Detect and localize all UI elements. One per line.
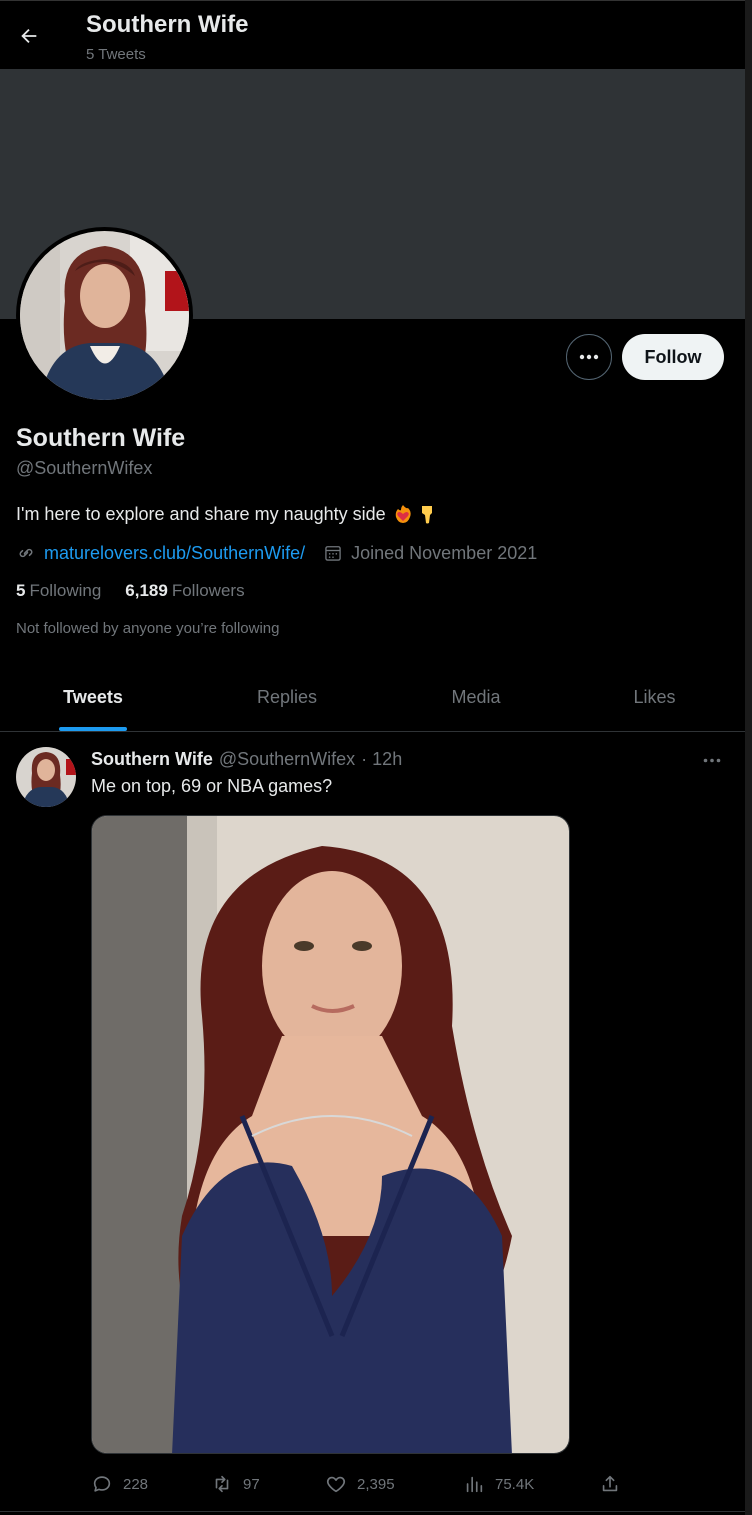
profile-handle: @SouthernWifex xyxy=(16,458,153,478)
tab-label: Tweets xyxy=(63,687,123,707)
following-label: Following xyxy=(29,581,102,600)
views-count: 75.4K xyxy=(495,1475,535,1493)
followers-label: Followers xyxy=(171,581,245,600)
share-button[interactable] xyxy=(599,1470,621,1498)
pointing-down-icon xyxy=(421,506,432,524)
views-chart-icon xyxy=(466,1476,483,1493)
heart-icon xyxy=(326,1476,346,1493)
retweet-count: 97 xyxy=(243,1475,260,1493)
tweet-text: Me on top, 69 or NBA games? xyxy=(91,776,333,796)
header-title: Southern Wife xyxy=(86,11,249,38)
followers-count: 6,189 xyxy=(125,581,168,600)
back-button[interactable] xyxy=(12,19,46,53)
tab-label: Likes xyxy=(633,687,676,707)
tweet-media-image[interactable] xyxy=(91,815,570,1454)
link-icon xyxy=(19,548,33,558)
ellipsis-icon xyxy=(579,354,599,360)
tweet-avatar[interactable] xyxy=(16,747,76,807)
following-count: 5 xyxy=(16,581,26,600)
followers-stat[interactable]: 6,189 Followers xyxy=(125,581,244,601)
tab-media[interactable]: Media xyxy=(388,664,564,731)
profile-bio: I'm here to explore and share my naughty… xyxy=(16,503,438,525)
bio-text: I'm here to explore and share my naughty… xyxy=(16,503,386,524)
tab-label: Media xyxy=(451,687,501,707)
divider xyxy=(0,1511,745,1512)
tweet-actions: 228 97 2,395 75.4K xyxy=(91,1470,631,1498)
active-tab-indicator xyxy=(59,727,127,731)
views-button[interactable]: 75.4K xyxy=(463,1470,534,1498)
profile-display-name: Southern Wife xyxy=(16,424,186,452)
profile-avatar[interactable] xyxy=(16,227,193,404)
website-text: maturelovers.club/SouthernWife/ xyxy=(44,542,306,563)
like-button[interactable]: 2,395 xyxy=(325,1470,395,1498)
tab-tweets[interactable]: Tweets xyxy=(0,664,186,731)
tweet-time[interactable]: · 12h xyxy=(361,749,402,770)
profile-website-link[interactable]: maturelovers.club/SouthernWife/ xyxy=(16,543,305,564)
tab-likes[interactable]: Likes xyxy=(564,664,745,731)
header-tweet-count: 5 Tweets xyxy=(86,46,146,63)
profile-photo xyxy=(20,231,189,400)
tweet-more-button[interactable] xyxy=(696,750,728,770)
calendar-icon xyxy=(325,546,341,561)
like-count: 2,395 xyxy=(357,1475,395,1493)
arrow-left-icon xyxy=(21,28,37,44)
profile-meta: maturelovers.club/SouthernWife/ Joined N… xyxy=(16,541,537,565)
joined-text: Joined November 2021 xyxy=(351,542,538,563)
tweet-header: Southern Wife @SouthernWifex · 12h xyxy=(91,749,402,770)
not-followed-notice: Not followed by anyone you’re following xyxy=(16,620,280,637)
tweet-author-name[interactable]: Southern Wife xyxy=(91,749,213,770)
retweet-icon xyxy=(215,1475,229,1493)
following-stat[interactable]: 5 Following xyxy=(16,581,101,601)
profile-stats: 5 Following 6,189 Followers xyxy=(16,581,245,601)
retweet-button[interactable]: 97 xyxy=(211,1470,260,1498)
tab-label: Replies xyxy=(256,687,318,707)
scrollbar[interactable] xyxy=(745,0,752,1515)
tweet-avatar-photo xyxy=(16,747,76,807)
profile-tabs: Tweets Replies Media Likes xyxy=(0,664,745,732)
profile-joined: Joined November 2021 xyxy=(323,543,537,564)
reply-button[interactable]: 228 xyxy=(91,1470,148,1498)
reply-icon xyxy=(93,1476,111,1492)
more-options-button[interactable] xyxy=(566,334,612,380)
profile-page: Southern Wife 5 Tweets Follow Southern W… xyxy=(0,0,752,1515)
tweet-photo xyxy=(92,816,569,1453)
fire-heart-icon xyxy=(395,505,411,523)
reply-count: 228 xyxy=(123,1475,149,1493)
bio-emoji xyxy=(392,503,438,525)
tweet-author-handle[interactable]: @SouthernWifex xyxy=(219,749,355,770)
tab-replies[interactable]: Replies xyxy=(186,664,388,731)
follow-button[interactable]: Follow xyxy=(622,334,724,380)
ellipsis-icon xyxy=(703,758,721,762)
share-icon xyxy=(602,1475,618,1492)
top-bar: Southern Wife 5 Tweets xyxy=(0,0,745,68)
